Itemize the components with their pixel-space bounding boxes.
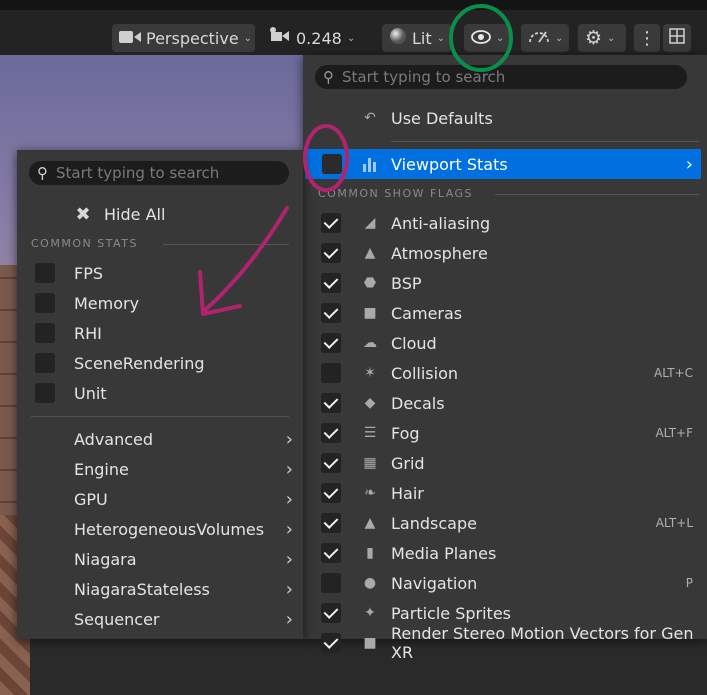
annotation-overlay <box>198 4 513 316</box>
magenta-annotation-circle <box>303 124 349 192</box>
magenta-annotation-arrow <box>203 206 289 312</box>
green-annotation-circle <box>449 4 513 72</box>
